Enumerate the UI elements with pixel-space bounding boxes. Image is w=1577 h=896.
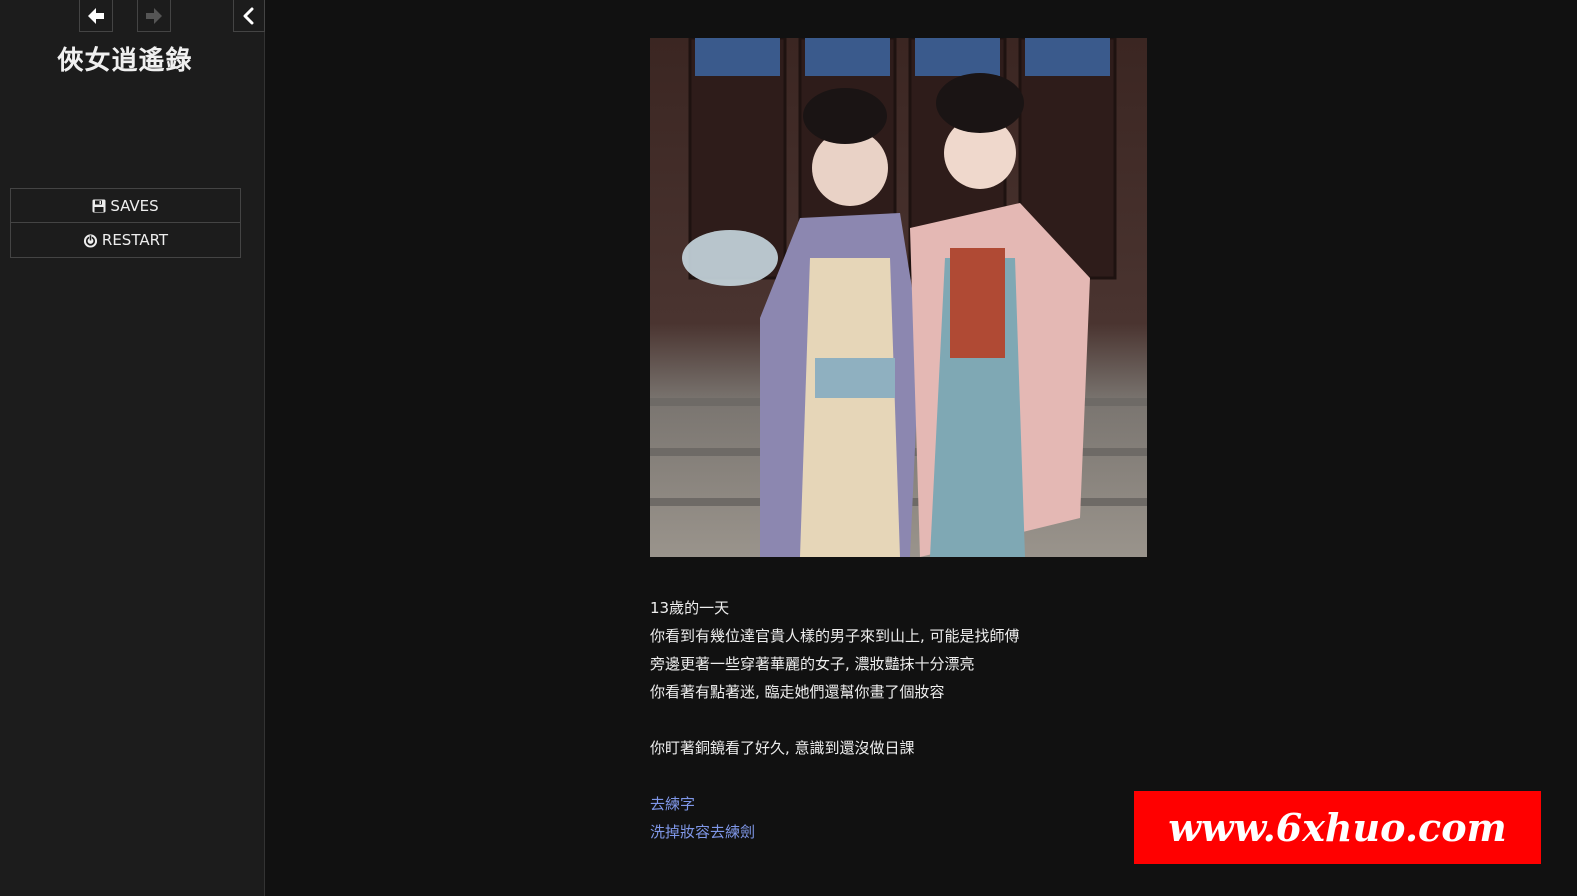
scene-photo	[650, 38, 1147, 557]
passage-line: 你盯著銅鏡看了好久, 意識到還沒做日課	[650, 739, 915, 757]
watermark-banner: www.6xhuo.com	[1134, 791, 1541, 864]
passage-line: 你看著有點著迷, 臨走她們還幫你畫了個妝容	[650, 683, 945, 701]
passage-text: 13歲的一天 你看到有幾位達官貴人樣的男子來到山上, 可能是找師傅 旁邊更著一些…	[650, 594, 1210, 846]
arrow-right-icon	[146, 7, 162, 24]
arrow-left-icon	[88, 7, 104, 24]
passage: 13歲的一天 你看到有幾位達官貴人樣的男子來到山上, 可能是找師傅 旁邊更著一些…	[650, 38, 1210, 846]
floppy-disk-icon	[92, 199, 106, 213]
choice-link-wash-makeup-practice-sword[interactable]: 洗掉妝容去練劍	[650, 823, 755, 841]
story-title: 俠女逍遙錄	[57, 46, 193, 76]
sidebar-menu: SAVES RESTART	[10, 188, 241, 258]
power-icon	[83, 233, 98, 248]
sidebar: 俠女逍遙錄 SAVES RESTART	[0, 0, 265, 896]
chevron-left-icon	[243, 7, 254, 24]
passage-line: 你看到有幾位達官貴人樣的男子來到山上, 可能是找師傅	[650, 627, 1020, 645]
passage-line: 13歲的一天	[650, 599, 730, 617]
history-back-button[interactable]	[79, 0, 113, 32]
restart-button[interactable]: RESTART	[10, 223, 241, 258]
passage-line: 旁邊更著一些穿著華麗的女子, 濃妝豔抹十分漂亮	[650, 655, 975, 673]
restart-label: RESTART	[101, 231, 169, 249]
saves-label: SAVES	[110, 196, 159, 215]
saves-button[interactable]: SAVES	[10, 188, 241, 223]
sidebar-toggle-button[interactable]	[233, 0, 265, 32]
choice-link-practice-calligraphy[interactable]: 去練字	[650, 795, 695, 813]
history-forward-button[interactable]	[137, 0, 171, 32]
